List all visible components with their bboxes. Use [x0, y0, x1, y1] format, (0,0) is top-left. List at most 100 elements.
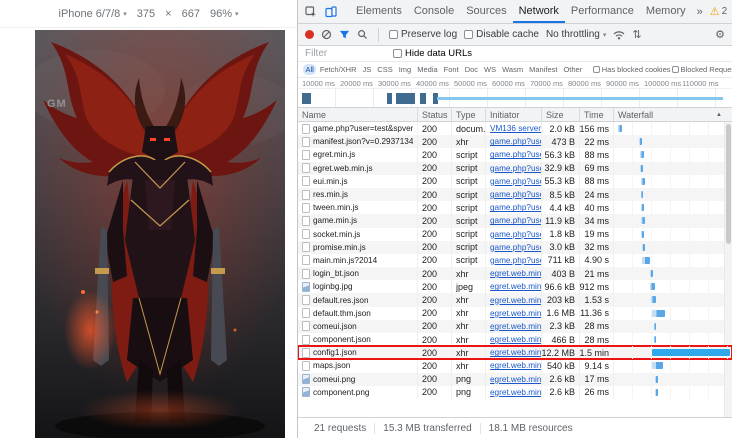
request-row-comeui-json[interactable]: comeui.json 200xhregret.web.min...2.3 kB2… [298, 319, 732, 333]
preserve-log-checkbox[interactable]: Preserve log [389, 29, 457, 40]
request-row-default-res-json[interactable]: default.res.json 200xhregret.web.min...20… [298, 293, 732, 307]
initiator-link[interactable]: game.php?use... [486, 161, 542, 175]
request-row-config1-json[interactable]: config1.json 200xhregret.web.min...12.2 M… [298, 345, 732, 361]
network-settings-gear-icon[interactable]: ⚙ [715, 28, 725, 41]
column-header-waterfall[interactable]: Waterfall ▲ [614, 108, 732, 121]
filter-chip-doc[interactable]: Doc [462, 64, 480, 75]
initiator-link[interactable]: egret.web.min... [486, 306, 542, 320]
checkbox-has-blocked-cookies[interactable]: Has blocked cookies [592, 65, 671, 74]
import-export-har-icon[interactable]: ⇅ [632, 28, 641, 41]
type-cell: xhr [452, 135, 486, 149]
initiator-link[interactable]: egret.web.min... [486, 359, 542, 373]
initiator-link[interactable]: game.php?use... [486, 227, 542, 241]
initiator-link[interactable]: VM136 server1... [486, 122, 542, 136]
column-header-name[interactable]: Name [298, 108, 418, 121]
initiator-link[interactable]: egret.web.min... [486, 385, 542, 399]
request-row-default-thm-json[interactable]: default.thm.json 200xhregret.web.min...1.… [298, 306, 732, 320]
filter-chip-other[interactable]: Other [561, 64, 585, 75]
initiator-link[interactable]: game.php?use... [486, 240, 542, 254]
filter-input[interactable]: Filter [305, 48, 393, 59]
initiator-link[interactable]: egret.web.min... [486, 319, 542, 333]
filter-chip-js[interactable]: JS [360, 64, 374, 75]
request-name: tween.min.js [313, 203, 359, 213]
network-overview[interactable] [298, 88, 732, 107]
initiator-link[interactable]: game.php?use... [486, 187, 542, 202]
initiator-link[interactable]: egret.web.min... [486, 333, 542, 347]
column-header-initiator[interactable]: Initiator [486, 108, 542, 121]
filter-chip-css[interactable]: CSS [375, 64, 395, 75]
tab-memory[interactable]: Memory [640, 0, 692, 23]
request-row-comeui-png[interactable]: comeui.png 200pngegret.web.min...2.6 kB17… [298, 372, 732, 386]
request-row-eui-min-js[interactable]: eui.min.js 200scriptgame.php?use...55.3 k… [298, 174, 732, 188]
filter-chip-img[interactable]: Img [396, 64, 414, 75]
viewport-width-field[interactable]: 375 [137, 8, 155, 20]
scrollbar-thumb[interactable] [726, 124, 731, 244]
filter-chip-media[interactable]: Media [415, 64, 440, 75]
device-screen[interactable]: GM [35, 30, 285, 438]
request-row-promise-min-js[interactable]: promise.min.js 200scriptgame.php?use...3.… [298, 240, 732, 254]
tab-console[interactable]: Console [408, 0, 460, 23]
column-header-type[interactable]: Type [452, 108, 486, 121]
more-tabs-icon[interactable]: » [694, 6, 706, 18]
request-row-component-json[interactable]: component.json 200xhregret.web.min...466 … [298, 333, 732, 347]
search-icon[interactable] [357, 29, 368, 40]
initiator-link[interactable]: game.php?use... [486, 214, 542, 228]
warning-badge[interactable]: ⚠ 2 [710, 5, 727, 18]
column-header-status[interactable]: Status [418, 108, 452, 121]
initiator-link[interactable]: game.php?use... [486, 253, 542, 268]
filter-chip-wasm[interactable]: Wasm [500, 64, 526, 75]
initiator-link[interactable]: egret.web.min... [486, 267, 542, 281]
column-header-time[interactable]: Time [580, 108, 614, 121]
initiator-link[interactable]: game.php?use... [486, 135, 542, 149]
request-row-loginbg-jpg[interactable]: loginbg.jpg 200jpegegret.web.min...96.6 k… [298, 280, 732, 294]
initiator-link[interactable]: game.php?use... [486, 201, 542, 215]
initiator-link[interactable]: egret.web.min... [486, 280, 542, 294]
filter-chip-all[interactable]: All [303, 64, 317, 75]
initiator-link[interactable]: game.php?use... [486, 148, 542, 162]
request-row-egret-min-js[interactable]: egret.min.js 200scriptgame.php?use...56.3… [298, 148, 732, 162]
tab-elements[interactable]: Elements [350, 0, 408, 23]
request-row-game-php-user-test-spverif[interactable]: game.php?user=test&spverif... 200docum...… [298, 122, 732, 136]
request-row-maps-json[interactable]: maps.json 200xhregret.web.min...540 kB9.1… [298, 359, 732, 373]
request-row-main-min-js-2014[interactable]: main.min.js?2014 200scriptgame.php?use...… [298, 253, 732, 268]
device-toolbar-toggle-icon[interactable] [322, 5, 340, 18]
request-row-res-min-js[interactable]: res.min.js 200scriptgame.php?use...8.5 kB… [298, 187, 732, 202]
initiator-link[interactable]: egret.web.min... [486, 372, 542, 386]
filter-chip-fetch-xhr[interactable]: Fetch/XHR [317, 64, 359, 75]
disable-cache-checkbox[interactable]: Disable cache [464, 29, 539, 40]
request-row-login-bt-json[interactable]: login_bt.json 200xhregret.web.min...403 B… [298, 267, 732, 281]
request-row-tween-min-js[interactable]: tween.min.js 200scriptgame.php?use...4.4 … [298, 201, 732, 215]
tab-sources[interactable]: Sources [460, 0, 512, 23]
initiator-link[interactable]: game.php?use... [486, 174, 542, 188]
tab-performance[interactable]: Performance [565, 0, 640, 23]
request-row-socket-min-js[interactable]: socket.min.js 200scriptgame.php?use...1.8… [298, 227, 732, 241]
inspect-icon[interactable] [302, 5, 320, 18]
clear-icon[interactable] [321, 29, 332, 40]
request-row-component-png[interactable]: component.png 200pngegret.web.min...2.6 k… [298, 385, 732, 399]
checkbox-blocked-requests[interactable]: Blocked Requests [671, 65, 732, 74]
filter-chip-font[interactable]: Font [441, 64, 461, 75]
filter-funnel-icon[interactable] [339, 29, 350, 40]
request-name: eui.min.js [313, 176, 348, 186]
record-button[interactable] [305, 30, 314, 39]
request-row-egret-web-min-js[interactable]: egret.web.min.js 200scriptgame.php?use...… [298, 161, 732, 175]
hide-data-urls-checkbox[interactable]: Hide data URLs [393, 48, 472, 59]
column-header-size[interactable]: Size [542, 108, 580, 121]
status-cell: 200 [418, 333, 452, 347]
status-cell: 200 [418, 267, 452, 281]
request-name: egret.min.js [313, 150, 356, 160]
device-select[interactable]: iPhone 6/7/8 ▾ [59, 8, 127, 20]
filter-chip-manifest[interactable]: Manifest [527, 64, 560, 75]
network-conditions-wifi-icon[interactable] [613, 30, 625, 40]
scrollbar[interactable] [724, 122, 732, 417]
viewport-height-field[interactable]: 667 [182, 8, 200, 20]
throttling-select[interactable]: No throttling ▾ [546, 29, 606, 40]
initiator-link[interactable]: egret.web.min... [486, 293, 542, 307]
zoom-select[interactable]: 96% ▾ [210, 8, 239, 20]
request-row-game-min-js[interactable]: game.min.js 200scriptgame.php?use...11.9 … [298, 214, 732, 228]
tab-network[interactable]: Network [512, 0, 565, 23]
initiator-link[interactable]: egret.web.min... [486, 346, 542, 360]
request-row-manifest-json-v-0-293713470[interactable]: manifest.json?v=0.293713470... 200xhrgame… [298, 135, 732, 149]
request-name-cell: config1.json [298, 346, 418, 360]
filter-chip-ws[interactable]: WS [482, 64, 499, 75]
